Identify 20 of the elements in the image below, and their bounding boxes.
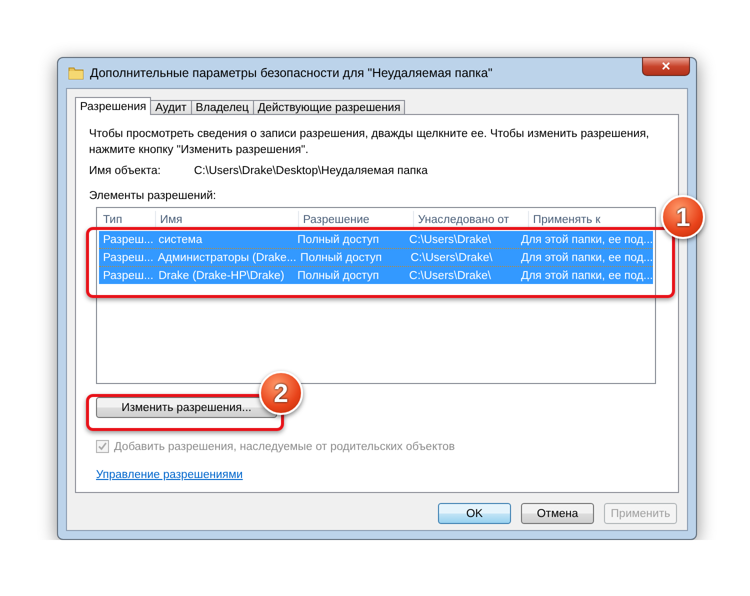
folder-icon	[68, 65, 84, 81]
object-path: C:\Users\Drake\Desktop\Неудаляемая папка	[194, 165, 428, 177]
window-title: Дополнительные параметры безопасности для "Неудаляемая папка"	[90, 66, 492, 80]
column-header[interactable]: Разрешение	[299, 211, 414, 229]
manage-permissions-link[interactable]: Управление разрешениями	[96, 469, 243, 481]
tab[interactable]: Действующие разрешения	[252, 100, 406, 115]
column-header[interactable]: Унаследовано от	[414, 211, 529, 229]
instruction-text: Чтобы просмотреть сведения о записи разрешения, дважды щелкните ее. Чтобы изменить разрешения, нажмите кнопку "Изменить разрешения".	[89, 127, 650, 158]
tab[interactable]: Разрешения	[75, 97, 152, 115]
dialog-button[interactable]: Отмена	[521, 503, 594, 524]
checkbox-label: Добавить разрешения, наследуемые от родительских объектов	[114, 440, 455, 452]
column-header[interactable]: Тип	[99, 211, 156, 229]
column-header[interactable]: Имя	[156, 211, 299, 229]
dialog-button[interactable]: OK	[438, 503, 511, 524]
list-label: Элементы разрешений:	[89, 190, 218, 202]
column-header[interactable]: Применять к	[529, 211, 600, 229]
close-button[interactable]: ×	[642, 57, 690, 76]
object-name-label: Имя объекта:	[89, 165, 162, 177]
tab[interactable]: Владелец	[190, 100, 254, 115]
step-number-badge: 1	[661, 195, 705, 239]
